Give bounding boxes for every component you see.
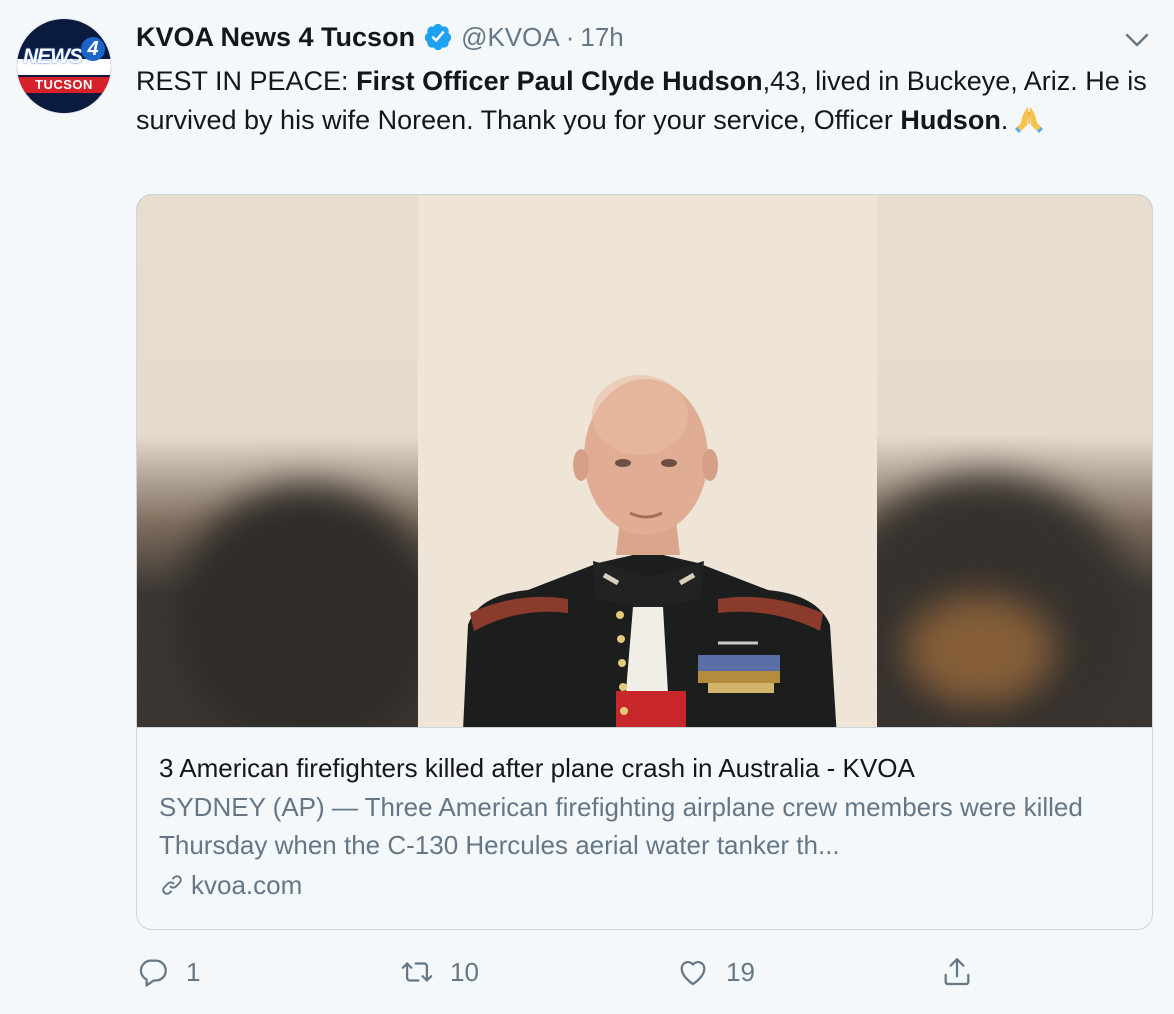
card-title[interactable]: 3 American firefighters killed after pla… — [159, 750, 1130, 786]
tweet-header: KVOA News 4 Tucson @KVOA · 17h — [136, 20, 624, 54]
tweet-text: REST IN PEACE: First Officer Paul Clyde … — [136, 62, 1156, 140]
tweet[interactable]: NEWS 4 TUCSON KVOA News 4 Tucson @KVOA ·… — [0, 0, 1174, 1014]
card-image[interactable] — [137, 195, 1152, 727]
timestamp[interactable]: 17h — [580, 22, 623, 53]
tweet-text-bold-surname: Hudson — [900, 105, 1001, 135]
share-icon — [944, 958, 970, 986]
tweet-text-bold-name: First Officer Paul Clyde Hudson — [356, 66, 763, 96]
display-name[interactable]: KVOA News 4 Tucson — [136, 22, 415, 53]
card-meta[interactable]: 3 American firefighters killed after pla… — [137, 727, 1152, 929]
card-description: SYDNEY (AP) — Three American firefightin… — [159, 792, 1083, 860]
reply-button[interactable]: 1 — [136, 950, 200, 994]
avatar-logo-number: 4 — [81, 37, 105, 61]
tweet-text-segment: REST IN PEACE: — [136, 66, 357, 96]
retweet-button[interactable]: 10 — [400, 950, 479, 994]
card-image-blur-right — [835, 195, 1152, 727]
handle[interactable]: @KVOA — [461, 22, 560, 53]
link-icon — [162, 875, 182, 895]
avatar-logo-city: TUCSON — [17, 77, 111, 93]
separator-dot: · — [565, 21, 575, 52]
avatar[interactable]: NEWS 4 TUCSON — [16, 18, 112, 114]
retweet-count: 10 — [450, 956, 479, 987]
reply-count: 1 — [186, 956, 201, 987]
folded-hands-emoji-icon — [1015, 107, 1044, 133]
verified-badge-icon — [424, 23, 452, 51]
like-button[interactable]: 19 — [676, 950, 755, 994]
tweet-text-segment: . — [1000, 105, 1009, 135]
portrait-photo — [418, 195, 877, 727]
card-image-blur-left — [137, 195, 437, 727]
like-count: 19 — [726, 956, 755, 987]
tweet-actions: 1 10 19 — [136, 950, 1156, 994]
avatar-logo-news: NEWS — [23, 45, 83, 68]
chevron-down-icon[interactable] — [1122, 28, 1152, 52]
heart-icon — [680, 961, 706, 986]
link-card[interactable]: 3 American firefighters killed after pla… — [136, 194, 1153, 930]
reply-icon — [139, 959, 167, 987]
card-domain-text[interactable]: kvoa.com — [191, 866, 302, 904]
retweet-icon — [401, 962, 433, 982]
card-domain[interactable]: kvoa.com — [159, 866, 1130, 904]
share-button[interactable] — [940, 950, 974, 994]
